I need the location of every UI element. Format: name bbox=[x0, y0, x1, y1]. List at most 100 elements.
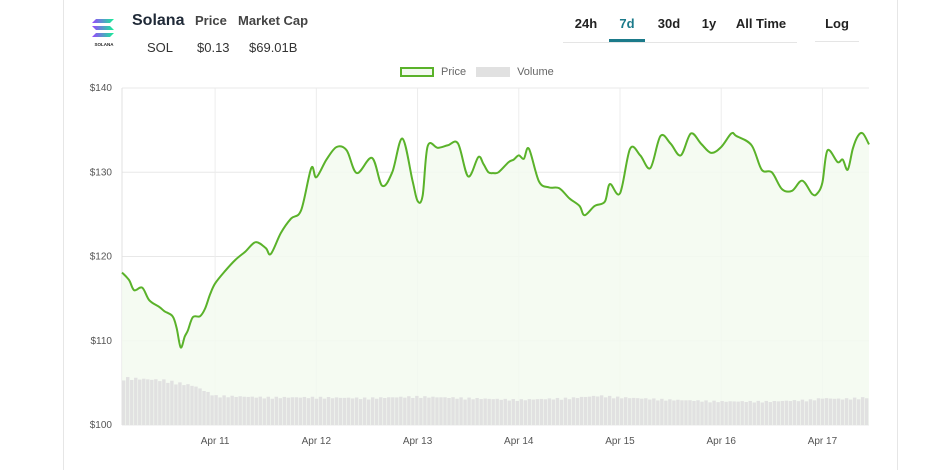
volume-bar bbox=[860, 397, 865, 425]
volume-bar bbox=[624, 397, 628, 425]
volume-bar bbox=[864, 398, 869, 425]
volume-bar bbox=[567, 399, 572, 425]
volume-bar bbox=[507, 400, 511, 425]
volume-bar bbox=[808, 399, 813, 425]
volume-bar bbox=[543, 399, 548, 425]
volume-bar bbox=[294, 397, 299, 425]
price-point bbox=[594, 205, 596, 207]
price-point bbox=[528, 148, 530, 150]
volume-bar bbox=[154, 379, 158, 425]
price-point bbox=[568, 197, 570, 199]
price-point bbox=[791, 190, 793, 192]
price-point bbox=[391, 171, 393, 173]
volume-bar bbox=[595, 396, 600, 425]
volume-bar bbox=[732, 401, 736, 425]
price-point bbox=[513, 159, 515, 161]
volume-bar bbox=[286, 397, 291, 425]
y-tick-label: $120 bbox=[90, 252, 113, 263]
volume-bar bbox=[652, 398, 656, 425]
volume-bar bbox=[644, 398, 648, 425]
price-point bbox=[852, 148, 854, 150]
volume-bar bbox=[483, 398, 487, 425]
price-point bbox=[204, 308, 206, 310]
volume-bar bbox=[391, 397, 395, 425]
price-point bbox=[176, 327, 178, 329]
price-point bbox=[467, 175, 469, 177]
price-point bbox=[270, 253, 272, 255]
price-point bbox=[180, 346, 182, 348]
volume-bar bbox=[563, 397, 568, 425]
price-point bbox=[482, 163, 484, 165]
volume-bar bbox=[852, 397, 857, 425]
volume-bar bbox=[696, 400, 700, 425]
price-area bbox=[122, 132, 869, 425]
volume-bar bbox=[447, 397, 451, 425]
volume-bar bbox=[628, 398, 632, 425]
volume-bar bbox=[431, 396, 435, 425]
volume-bar bbox=[451, 397, 455, 425]
price-point bbox=[862, 132, 864, 134]
volume-bar bbox=[463, 399, 467, 425]
volume-bar bbox=[632, 397, 636, 425]
volume-bar bbox=[547, 398, 552, 425]
volume-bar bbox=[688, 400, 692, 425]
price-point bbox=[538, 181, 540, 183]
price-point bbox=[735, 135, 737, 137]
volume-bar bbox=[342, 397, 347, 425]
volume-bar bbox=[274, 396, 279, 425]
price-point bbox=[209, 293, 211, 295]
price-point bbox=[690, 132, 692, 134]
volume-bar bbox=[262, 398, 266, 425]
volume-bar bbox=[214, 395, 218, 425]
volume-bar bbox=[571, 397, 576, 425]
price-point bbox=[584, 214, 586, 216]
volume-bar bbox=[266, 396, 270, 425]
price-point bbox=[417, 200, 419, 202]
volume-bar bbox=[138, 379, 142, 425]
volume-bar bbox=[555, 397, 560, 425]
volume-bar bbox=[338, 397, 343, 425]
price-point bbox=[821, 181, 823, 183]
volume-bar bbox=[411, 397, 415, 425]
volume-bar bbox=[350, 398, 355, 425]
volume-bar bbox=[443, 397, 447, 425]
volume-bar bbox=[182, 385, 186, 425]
price-point bbox=[325, 159, 327, 161]
price-chart[interactable]: $100 $110 $120 $130 $140 Apr 11 Apr 12 Apr 13 Ap… bbox=[0, 0, 930, 468]
price-point bbox=[670, 143, 672, 145]
volume-bar bbox=[804, 401, 809, 425]
price-point bbox=[629, 148, 631, 150]
price-point bbox=[700, 143, 702, 145]
volume-bar bbox=[166, 382, 170, 425]
volume-bar bbox=[780, 400, 785, 425]
volume-bar bbox=[772, 400, 777, 425]
price-point bbox=[771, 171, 773, 173]
price-point bbox=[730, 132, 732, 134]
volume-bar bbox=[487, 398, 491, 425]
volume-bar bbox=[636, 398, 640, 425]
price-point bbox=[265, 247, 267, 249]
x-tick-label: Apr 13 bbox=[403, 436, 433, 447]
volume-bar bbox=[495, 398, 499, 425]
volume-bar bbox=[475, 397, 479, 425]
y-tick-label: $140 bbox=[90, 83, 113, 94]
x-tick-label: Apr 16 bbox=[706, 436, 736, 447]
volume-bar bbox=[318, 396, 323, 425]
price-point bbox=[811, 193, 813, 195]
volume-bar bbox=[230, 395, 234, 425]
price-point bbox=[816, 192, 818, 194]
volume-bar bbox=[587, 396, 592, 425]
price-point bbox=[761, 169, 763, 171]
volume-bar bbox=[278, 398, 283, 425]
volume-bar bbox=[423, 396, 427, 425]
volume-bar bbox=[146, 379, 150, 425]
volume-bar bbox=[190, 385, 194, 425]
volume-bar bbox=[314, 398, 319, 425]
price-point bbox=[508, 161, 510, 163]
price-point bbox=[300, 209, 302, 211]
volume-bar bbox=[479, 399, 483, 425]
volume-bar bbox=[736, 401, 740, 425]
volume-bar bbox=[668, 399, 672, 425]
volume-bar bbox=[812, 400, 817, 425]
volume-bar bbox=[326, 397, 331, 425]
